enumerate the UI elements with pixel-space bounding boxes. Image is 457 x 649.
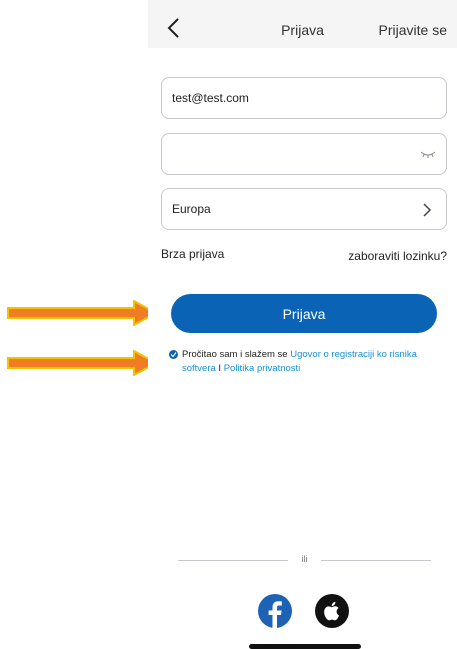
login-button[interactable]: Prijava <box>171 294 437 333</box>
home-indicator <box>249 644 361 649</box>
eye-closed-icon[interactable] <box>420 148 436 160</box>
forgot-password-link[interactable]: zaboraviti lozinku? <box>348 249 447 263</box>
divider-line-left <box>178 560 288 561</box>
email-field[interactable] <box>161 77 447 119</box>
consent-separator: I <box>215 363 224 374</box>
email-input[interactable] <box>162 78 446 118</box>
sign-up-link[interactable]: Prijavite se <box>379 22 447 38</box>
annotation-arrow-consent <box>7 350 158 376</box>
login-screen: Prijava Prijavite se Europa Brza prijava… <box>148 0 457 649</box>
divider-text: ili <box>301 554 308 564</box>
apple-icon[interactable] <box>315 594 349 628</box>
password-input[interactable] <box>162 134 446 174</box>
password-field[interactable] <box>161 133 447 175</box>
annotation-arrow-login <box>7 300 158 326</box>
facebook-icon[interactable] <box>258 594 292 628</box>
divider-line-right <box>321 560 431 561</box>
region-value: Europa <box>172 202 211 216</box>
consent-agreement: Pročitao sam i slažem se Ugovor o regist… <box>169 348 442 376</box>
login-form-area: Europa Brza prijava zaboraviti lozinku? … <box>148 48 457 649</box>
region-select[interactable]: Europa <box>161 188 447 230</box>
chevron-right-icon <box>423 203 432 217</box>
quick-login-link[interactable]: Brza prijava <box>161 247 224 261</box>
nav-bar: Prijava Prijavite se <box>148 0 457 48</box>
consent-text: Pročitao sam i slažem se <box>182 349 291 360</box>
check-icon <box>170 352 177 358</box>
privacy-policy-link[interactable]: Politika privatnosti <box>224 363 301 374</box>
consent-checkbox[interactable] <box>169 350 178 359</box>
